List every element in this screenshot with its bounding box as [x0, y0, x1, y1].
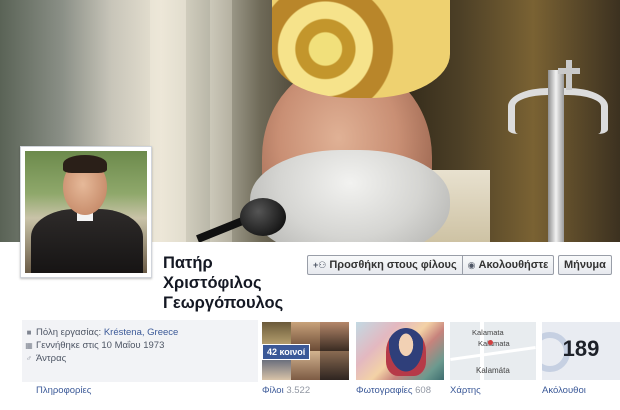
friends-label: Φίλοι	[262, 385, 284, 396]
intro-box: ■ Πόλη εργασίας: Kréstena, Greece ▦ Γενν…	[22, 320, 258, 382]
calendar-icon: ▦	[25, 341, 33, 350]
briefcase-icon: ■	[26, 328, 32, 337]
map-pin-icon	[488, 340, 493, 345]
about-link[interactable]: Πληροφορίες	[36, 385, 91, 396]
photos-thumbnail-icon	[386, 328, 426, 376]
map-place-label: Kalamáta	[476, 366, 510, 375]
friend-follow-buttons: +⚇ Προσθήκη στους φίλους ◉ Ακολουθήστε	[307, 255, 555, 275]
message-label: Μήνυμα	[564, 259, 606, 271]
gender-text: Άντρας	[36, 353, 67, 364]
friend-thumbnail	[320, 322, 349, 351]
photos-label: Φωτογραφίες	[356, 385, 413, 396]
add-friend-label: Προσθήκη στους φίλους	[329, 259, 457, 271]
rss-icon: ◉	[467, 260, 476, 270]
cover-cross	[566, 60, 572, 90]
birthday-text: Γεννήθηκε στις 10 Μαΐου 1973	[36, 340, 165, 351]
followers-app[interactable]: 189	[542, 322, 620, 380]
gender-row: ♂ Άντρας	[22, 352, 258, 365]
friends-tab[interactable]: Φίλοι 3.522	[262, 385, 310, 396]
message-button[interactable]: Μήνυμα	[558, 255, 612, 275]
work-row: ■ Πόλη εργασίας: Kréstena, Greece	[22, 326, 258, 339]
map-place-label: Kalamata	[478, 339, 510, 348]
friend-thumbnail	[320, 351, 349, 380]
cover-crozier	[548, 70, 564, 242]
friends-app[interactable]: 42 κοινοί	[262, 322, 350, 380]
photos-count: 608	[415, 385, 431, 396]
map-place-label: Kalamata	[472, 328, 504, 337]
profile-name[interactable]: Πατήρ Χριστόφιλος Γεωργόπουλος	[163, 253, 313, 313]
map-app[interactable]: Kalamata Kalamata Kalamáta	[450, 322, 536, 380]
work-prefix: Πόλη εργασίας:	[36, 327, 102, 338]
cover-microphone	[240, 198, 286, 236]
photos-app[interactable]	[356, 322, 444, 380]
friends-count: 3.522	[286, 385, 311, 396]
add-friend-icon: +⚇	[313, 260, 327, 270]
cover-pillar	[150, 0, 186, 242]
follow-button[interactable]: ◉ Ακολουθήστε	[462, 255, 555, 275]
followers-tab[interactable]: Ακόλουθοι	[542, 385, 586, 396]
followers-count: 189	[562, 336, 600, 361]
profile-picture[interactable]	[20, 146, 152, 278]
cover-mitre	[272, 0, 450, 98]
cover-cross	[558, 68, 580, 74]
map-tab[interactable]: Χάρτης	[450, 385, 481, 396]
work-link[interactable]: Kréstena, Greece	[104, 326, 178, 339]
profile-picture-hair	[63, 155, 107, 173]
male-icon: ♂	[26, 354, 32, 363]
map-road	[450, 346, 536, 361]
profile-picture-image	[25, 151, 147, 273]
photos-tab[interactable]: Φωτογραφίες 608	[356, 385, 431, 396]
mutual-friends-badge: 42 κοινοί	[262, 344, 311, 360]
add-friend-button[interactable]: +⚇ Προσθήκη στους φίλους	[307, 255, 463, 275]
birthday-row: ▦ Γεννήθηκε στις 10 Μαΐου 1973	[22, 339, 258, 352]
follow-label: Ακολουθήστε	[478, 259, 549, 271]
cover-pillar	[210, 0, 232, 242]
